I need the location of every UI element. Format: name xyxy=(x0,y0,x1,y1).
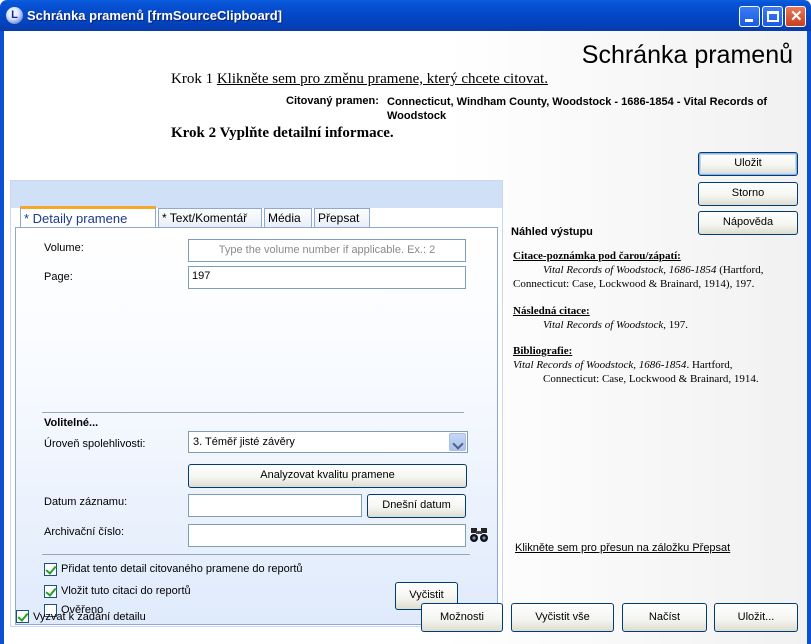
save-button[interactable]: Uložit xyxy=(698,152,798,176)
footnote-line2: Connecticut: Case, Lockwood & Brainard, … xyxy=(513,278,755,290)
close-button[interactable]: ✕ xyxy=(785,6,806,27)
archive-number-label: Archivační číslo: xyxy=(44,526,125,538)
add-detail-checkbox-label: Přidat tento detail citovaného pramene d… xyxy=(61,563,303,575)
subsequent-rest: , 197. xyxy=(663,319,689,331)
insert-citation-checkbox-label: Vložit tuto citaci do reportů xyxy=(61,585,191,597)
footnote-line1: Vital Records of Woodstock, 1686-1854 (H… xyxy=(513,263,793,277)
bibliography-line1: Vital Records of Woodstock, 1686-1854. H… xyxy=(513,358,793,372)
page-label: Page: xyxy=(44,271,73,283)
checkbox-separator xyxy=(42,554,470,555)
subsequent-header: Následná citace: xyxy=(513,305,590,317)
step1: Krok 1 Klikněte sem pro změnu pramene, k… xyxy=(171,71,548,88)
subsequent-line: Vital Records of Woodstock, 197. xyxy=(513,318,793,332)
minimize-button[interactable] xyxy=(739,6,760,27)
page-input[interactable]: 197 xyxy=(188,266,466,289)
app-logo-icon: L xyxy=(6,7,23,24)
bibliography: Bibliografie: Vital Records of Woodstock… xyxy=(513,344,793,386)
subsequent-citation: Následná citace: Vital Records of Woodst… xyxy=(513,304,793,332)
maximize-button[interactable] xyxy=(762,6,783,27)
bibliography-header: Bibliografie: xyxy=(513,345,573,357)
prompt-detail-checkbox-label: Vyzvat k zadání detailu xyxy=(33,611,146,623)
footnote-citation: Citace-poznámka pod čarou/zápatí: Vital … xyxy=(513,249,793,291)
add-detail-checkbox[interactable] xyxy=(44,563,57,576)
footnote-rest: (Hartford, xyxy=(716,264,764,276)
cancel-button[interactable]: Storno xyxy=(698,182,798,206)
save-as-button[interactable]: Uložit... xyxy=(714,603,798,632)
tab-media[interactable]: Média xyxy=(264,208,312,227)
analyze-quality-button[interactable]: Analyzovat kvalitu pramene xyxy=(188,464,467,488)
step1-prefix: Krok 1 xyxy=(171,71,214,87)
window-frame-right xyxy=(807,31,811,644)
maximize-icon xyxy=(767,11,779,22)
clear-all-button[interactable]: Vyčistit vše xyxy=(511,603,614,632)
close-icon: ✕ xyxy=(790,8,803,25)
override-tab-link[interactable]: Klikněte sem pro přesun na záložku Přeps… xyxy=(515,542,730,554)
cited-source-value: Connecticut, Windham County, Woodstock -… xyxy=(387,96,768,122)
volume-label: Volume: xyxy=(44,242,84,254)
reliability-label: Úroveň spolehlivosti: xyxy=(44,438,146,450)
bibliography-title: Vital Records of Woodstock, 1686-1854 xyxy=(513,359,687,371)
minimize-icon xyxy=(745,19,753,22)
bibliography-line2: Connecticut: Case, Lockwood & Brainard, … xyxy=(543,373,759,385)
preview-title: Náhled výstupu xyxy=(511,226,593,238)
title-bar: L Schránka pramenů [frmSourceClipboard] … xyxy=(0,0,811,31)
tab-override[interactable]: Přepsat xyxy=(314,208,370,227)
reliability-selected-value: 3. Téměř jisté závěry xyxy=(193,436,295,448)
footnote-header: Citace-poznámka pod čarou/zápatí: xyxy=(513,250,681,262)
tab-source-details[interactable]: * Detaily pramene xyxy=(20,206,156,227)
volume-input[interactable]: Type the volume number if applicable. Ex… xyxy=(188,239,466,262)
tab-text-comment[interactable]: * Text/Komentář xyxy=(158,208,262,227)
record-date-input[interactable] xyxy=(188,494,362,517)
binoculars-search-icon[interactable] xyxy=(468,524,490,546)
page-title: Schránka pramenů xyxy=(581,41,793,69)
help-button[interactable]: Nápověda xyxy=(698,211,798,235)
tab-content-details: Volume: Type the volume number if applic… xyxy=(15,227,498,625)
panel-header-band xyxy=(11,181,502,208)
footnote-title: Vital Records of Woodstock, 1686-1854 xyxy=(543,264,717,276)
reliability-select[interactable]: 3. Téměř jisté závěry xyxy=(188,431,468,453)
bibliography-rest: . Hartford, xyxy=(686,359,733,371)
load-button[interactable]: Načíst xyxy=(622,603,707,632)
archive-number-input[interactable] xyxy=(188,524,466,547)
optional-separator xyxy=(42,412,464,413)
record-date-label: Datum záznamu: xyxy=(44,496,128,508)
chevron-down-icon[interactable] xyxy=(449,433,466,451)
options-button[interactable]: Možnosti xyxy=(421,603,503,632)
cited-source-label: Citovaný pramen: xyxy=(286,95,379,107)
optional-header: Volitelné... xyxy=(44,417,99,429)
details-panel: * Detaily pramene * Text/Komentář Média … xyxy=(10,180,503,627)
insert-citation-checkbox[interactable] xyxy=(44,585,57,598)
prompt-detail-checkbox[interactable] xyxy=(16,610,29,623)
step2: Krok 2 Vyplňte detailní informace. xyxy=(171,125,394,141)
today-date-button[interactable]: Dnešní datum xyxy=(367,494,466,518)
subsequent-title: Vital Records of Woodstock xyxy=(543,319,664,331)
window-client: Schránka pramenů Krok 1 Klikněte sem pro… xyxy=(4,31,807,644)
window-title: Schránka pramenů [frmSourceClipboard] xyxy=(27,8,282,23)
change-source-link[interactable]: Klikněte sem pro změnu pramene, který ch… xyxy=(217,71,548,87)
